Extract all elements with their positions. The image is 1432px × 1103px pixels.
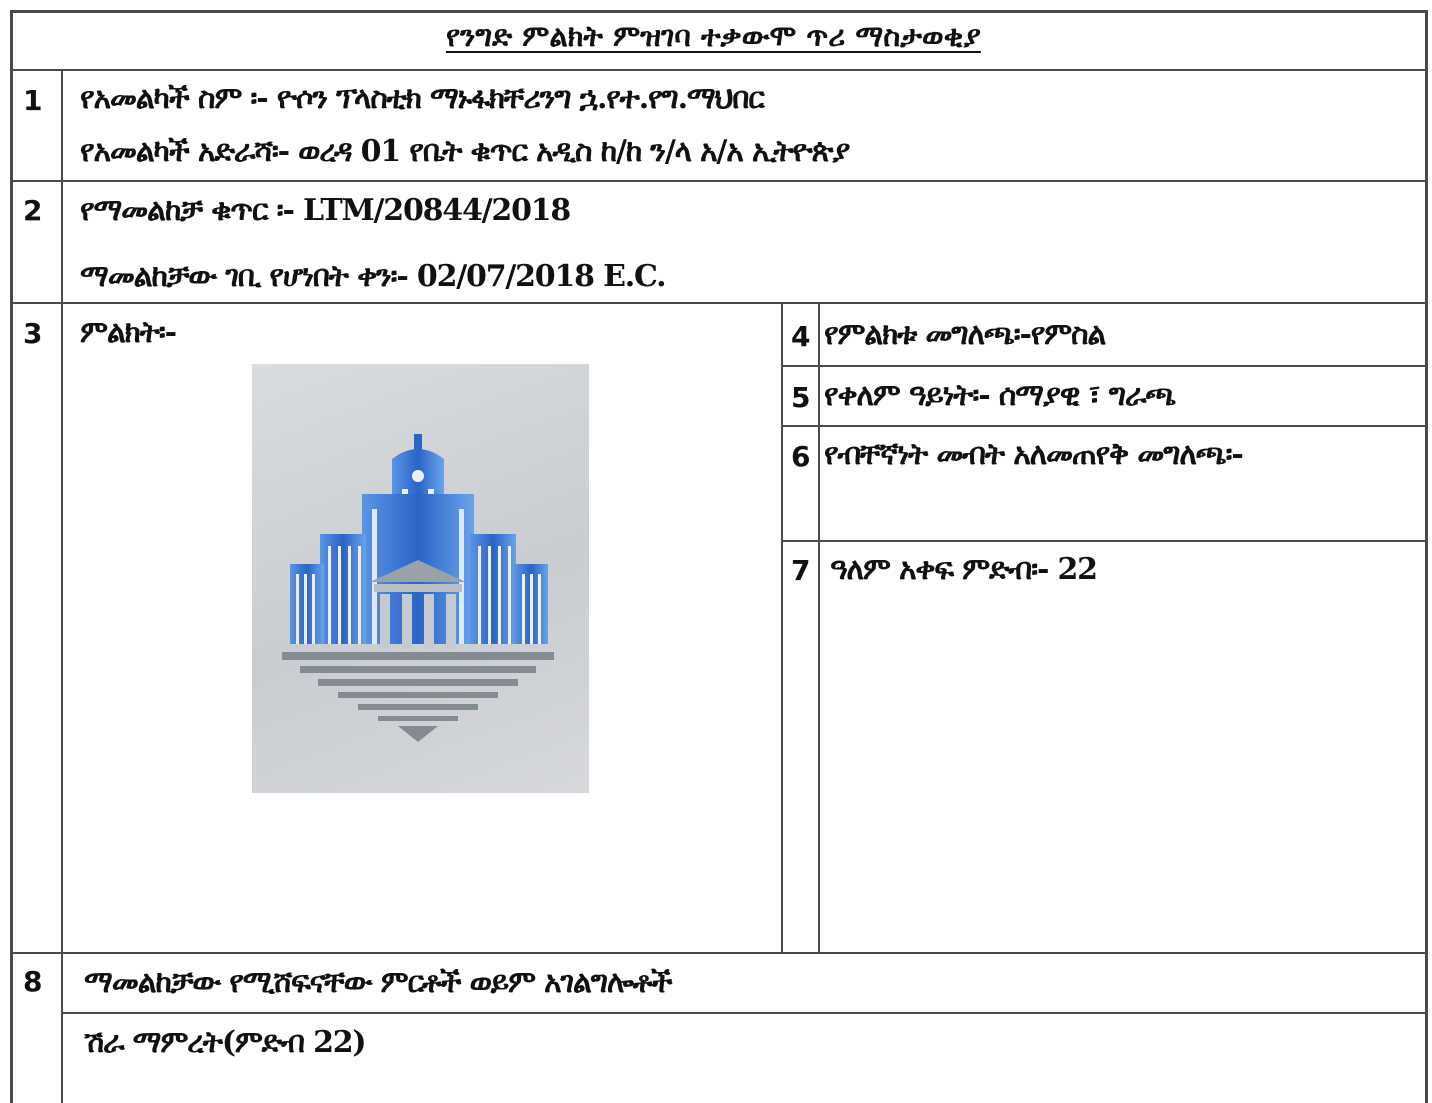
row-number-1: 1 bbox=[23, 84, 43, 117]
goods-services-heading: ማመልከቻው የሚሸፍናቸው ምርቶች ወይም አገልግሎቶች bbox=[84, 965, 673, 1000]
color-type: የቀለም ዓይነት፡- ሰማያዊ ፣ ግራጫ bbox=[824, 378, 1176, 413]
divider-row4 bbox=[781, 365, 1428, 367]
divider-title bbox=[10, 69, 1428, 71]
table-border-right bbox=[1425, 10, 1428, 1103]
row-number-4: 4 bbox=[791, 320, 811, 353]
application-number: የማመልከቻ ቁጥር ፡- LTM/20844/2018 bbox=[80, 193, 571, 228]
number-column-line bbox=[61, 69, 63, 1103]
table-border-top bbox=[10, 10, 1428, 13]
row-number-8: 8 bbox=[23, 965, 43, 998]
disclaimer: የብቸኛነት መብት አለመጠየቅ መግለጫ፡- bbox=[824, 437, 1244, 472]
applicant-name: የአመልካች ስም ፡- ዮሶን ፕላስቲክ ማኑፋክቸሪንግ ኋ.የተ.የግ.… bbox=[80, 81, 765, 116]
applicant-address: የአመልካች አድራሻ፡- ወረዳ 01 የቤት ቁጥር አዲስ ከ/ከ ን/ላ… bbox=[80, 134, 850, 169]
mark-description: የምልክቱ መግለጫ፡-የምስል bbox=[824, 317, 1106, 352]
split-line-b bbox=[818, 302, 820, 953]
row-number-7: 7 bbox=[791, 554, 811, 587]
filing-date: ማመልከቻው ገቢ የሆነበት ቀን፡- 02/07/2018 E.C. bbox=[80, 259, 667, 294]
row-number-3: 3 bbox=[23, 317, 43, 350]
divider-row1 bbox=[10, 180, 1428, 182]
international-class: ዓለም አቀፍ ምድብ፡- 22 bbox=[830, 552, 1098, 587]
divider-row6 bbox=[781, 540, 1428, 542]
split-line-a bbox=[781, 302, 783, 953]
trademark-logo-image bbox=[252, 364, 589, 793]
mark-label: ምልክት፡- bbox=[80, 315, 177, 350]
divider-row5 bbox=[781, 425, 1428, 427]
row-number-5: 5 bbox=[791, 381, 811, 414]
divider-row8-sub bbox=[62, 1012, 1428, 1014]
row-number-2: 2 bbox=[23, 194, 43, 227]
goods-services-item: ሽራ ማምረት(ምድብ 22) bbox=[84, 1025, 367, 1060]
table-border-left bbox=[10, 10, 13, 1103]
document-page: የንግድ ምልክት ምዝገባ ተቃውሞ ጥሪ ማስታወቂያ 1 2 3 4 5 … bbox=[0, 0, 1432, 1103]
divider-row2 bbox=[10, 302, 1428, 304]
building-logo-icon bbox=[282, 434, 554, 742]
notice-title: የንግድ ምልክት ምዝገባ ተቃውሞ ጥሪ ማስታወቂያ bbox=[446, 19, 981, 53]
divider-row8 bbox=[10, 952, 1428, 954]
row-number-6: 6 bbox=[791, 440, 811, 473]
